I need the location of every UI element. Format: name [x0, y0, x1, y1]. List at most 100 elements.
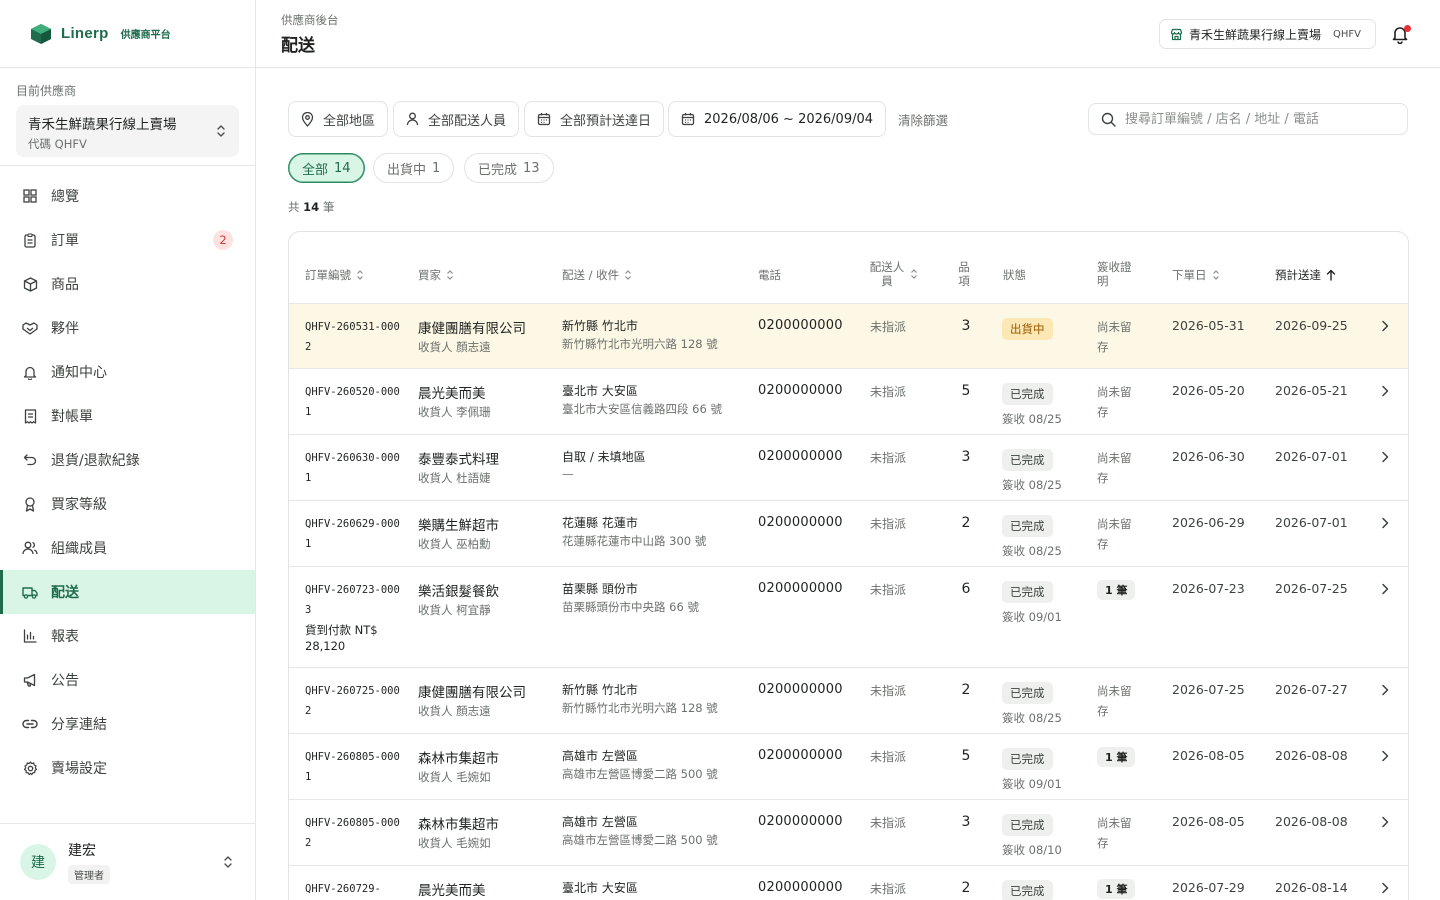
order-number[interactable]: QHFV-260805-0002: [305, 813, 401, 853]
status-badge: 已完成: [1002, 449, 1053, 471]
order-no-cell: QHFV-260725-0002: [305, 681, 401, 721]
col-buyer[interactable]: 買家: [418, 267, 454, 283]
tab-all[interactable]: 全部 14: [288, 153, 365, 183]
table-row[interactable]: QHFV-260729- 晨光美而美 臺北市 大安區臺北市大安區信義路四段 66 號…: [289, 866, 1408, 900]
buyer-cell: 樂活銀髮餐飲 收貨人 柯宜靜: [418, 580, 499, 618]
row-open-button[interactable]: [1381, 385, 1389, 401]
handshake-icon: [22, 320, 38, 336]
nav-item-partners[interactable]: 夥伴: [0, 306, 255, 350]
row-open-button[interactable]: [1381, 816, 1389, 832]
nav-item-products[interactable]: 商品: [0, 262, 255, 306]
receipt-count-badge[interactable]: 1 筆: [1097, 580, 1136, 600]
store-chip[interactable]: 青禾生鮮蔬果行線上賣場 QHFV: [1159, 19, 1376, 49]
eta-date: 2026-08-08: [1275, 814, 1348, 829]
col-order-no[interactable]: 訂單編號: [305, 267, 364, 283]
row-open-button[interactable]: [1381, 684, 1389, 700]
row-open-button[interactable]: [1381, 320, 1389, 336]
row-open-button[interactable]: [1381, 750, 1389, 766]
bar-chart-icon: [22, 628, 38, 644]
row-open-button[interactable]: [1381, 451, 1389, 467]
order-number[interactable]: QHFV-260723-0003: [305, 580, 401, 620]
tab-shipping[interactable]: 出貨中 1: [373, 153, 455, 183]
delivery-area: 高雄市 左營區: [562, 815, 638, 829]
item-count: 2: [961, 682, 971, 698]
vendor-caption: 目前供應商: [16, 84, 77, 98]
status-badge: 已完成: [1002, 748, 1053, 770]
receipt-count-badge[interactable]: 1 筆: [1097, 747, 1136, 767]
table-row[interactable]: QHFV-260805-0001 森林市集超市 收貨人 毛婉如 高雄市 左營區 高雄市左…: [289, 734, 1408, 800]
settings-icon: [22, 760, 38, 776]
nav-item-orders[interactable]: 訂單 2: [0, 218, 255, 262]
status-cell: 已完成 簽收 08/25: [1002, 682, 1062, 726]
award-icon: [22, 496, 38, 512]
order-number[interactable]: QHFV-260805-0001: [305, 747, 401, 787]
order-number[interactable]: QHFV-260729-: [305, 879, 401, 899]
row-open-button[interactable]: [1381, 517, 1389, 533]
delivery-area: 臺北市 大安區: [562, 384, 638, 398]
receipt-icon: [22, 408, 38, 424]
col-driver[interactable]: 配送人員: [869, 260, 918, 288]
eta-date: 2026-07-01: [1275, 449, 1348, 464]
nav-item-reports[interactable]: 報表: [0, 614, 255, 658]
result-count: 共 14 筆: [288, 199, 334, 215]
vendor-selector[interactable]: 青禾生鮮蔬果行線上賣場 代碼 QHFV: [16, 105, 239, 157]
eta-filter[interactable]: 全部預計送達日: [524, 101, 665, 137]
nav-label: 賣場設定: [51, 761, 107, 777]
driver-filter[interactable]: 全部配送人員: [393, 101, 520, 137]
breadcrumb[interactable]: 供應商後台: [281, 12, 339, 28]
clear-filters-button[interactable]: 清除篩選: [898, 110, 948, 129]
table-row[interactable]: QHFV-260629-0001 樂購生鮮超市 收貨人 巫柏勳 花蓮縣 花蓮市 花蓮縣花…: [289, 501, 1408, 567]
nav-item-store-settings[interactable]: 賣場設定: [0, 746, 255, 790]
table-row[interactable]: QHFV-260723-0003 貨到付款 NT$ 28,120 樂活銀髮餐飲 收貨人…: [289, 567, 1408, 668]
nav-item-notifications[interactable]: 通知中心: [0, 350, 255, 394]
col-status: 狀態: [1003, 267, 1026, 283]
receiver-name: 收貨人 顏志遠: [418, 704, 491, 718]
table-row[interactable]: QHFV-260520-0001 晨光美而美 收貨人 李佩珊 臺北市 大安區 臺北市大安…: [289, 369, 1408, 435]
chevron-right-icon: [1382, 816, 1389, 828]
nav-item-overview[interactable]: 總覽: [0, 174, 255, 218]
user-menu[interactable]: 建 建宏 管理者: [0, 823, 255, 900]
nav-item-delivery[interactable]: 配送: [0, 570, 255, 614]
calendar-icon: [681, 113, 695, 126]
tab-completed[interactable]: 已完成 13: [464, 153, 554, 183]
receiver-name: 收貨人 杜語婕: [418, 471, 491, 485]
order-number[interactable]: QHFV-260531-0002: [305, 317, 401, 357]
search-input[interactable]: [1125, 111, 1395, 127]
order-number[interactable]: QHFV-260629-0001: [305, 514, 401, 554]
megaphone-icon: [22, 672, 38, 688]
status-badge: 已完成: [1002, 880, 1053, 900]
nav-item-announcements[interactable]: 公告: [0, 658, 255, 702]
nav-item-statements[interactable]: 對帳單: [0, 394, 255, 438]
order-number[interactable]: QHFV-260630-0001: [305, 448, 401, 488]
nav-item-members[interactable]: 組織成員: [0, 526, 255, 570]
order-number[interactable]: QHFV-260725-0002: [305, 681, 401, 721]
users-icon: [22, 540, 38, 556]
col-eta[interactable]: 預計送達: [1275, 267, 1336, 283]
receipt-count-badge[interactable]: 1 筆: [1097, 879, 1136, 899]
nav-item-share-links[interactable]: 分享連結: [0, 702, 255, 746]
nav-item-buyer-levels[interactable]: 買家等級: [0, 482, 255, 526]
col-label: 買家: [418, 268, 441, 282]
date-range-filter[interactable]: 2026/08/06 ~ 2026/09/04: [668, 101, 887, 137]
nav-item-returns[interactable]: 退貨/退款紀錄: [0, 438, 255, 482]
delivery-address: 新竹縣竹北市光明六路 128 號: [562, 337, 718, 351]
row-open-button[interactable]: [1381, 882, 1389, 898]
row-open-button[interactable]: [1381, 583, 1389, 599]
table-row[interactable]: QHFV-260531-0002 康健團膳有限公司 收貨人 顏志遠 新竹縣 竹北市 新竹…: [289, 304, 1408, 369]
col-label: 品項: [958, 260, 970, 288]
delivery-cell: 苗栗縣 頭份市 苗栗縣頭份市中央路 66 號: [562, 580, 699, 615]
nav-label: 買家等級: [51, 497, 107, 513]
table-row[interactable]: QHFV-260630-0001 泰豐泰式料理 收貨人 杜語婕 自取 / 未填地區 — 0…: [289, 435, 1408, 501]
region-filter[interactable]: 全部地區: [288, 101, 389, 137]
result-count-prefix: 共: [288, 200, 300, 214]
delivery-area: 臺北市 大安區: [562, 881, 638, 895]
order-date: 2026-08-05: [1172, 814, 1245, 829]
table-row[interactable]: QHFV-260725-0002 康健團膳有限公司 收貨人 顏志遠 新竹縣 竹北市 新竹…: [289, 668, 1408, 734]
col-delivery[interactable]: 配送 / 收件: [562, 267, 632, 283]
order-number[interactable]: QHFV-260520-0001: [305, 382, 401, 422]
logo-icon: [31, 23, 51, 44]
col-order-date[interactable]: 下單日: [1172, 267, 1220, 283]
sort-icon: [447, 270, 453, 280]
table-row[interactable]: QHFV-260805-0002 森林市集超市 收貨人 毛婉如 高雄市 左營區 高雄市左…: [289, 800, 1408, 866]
brand[interactable]: Linerp 供應商平台: [0, 0, 255, 68]
